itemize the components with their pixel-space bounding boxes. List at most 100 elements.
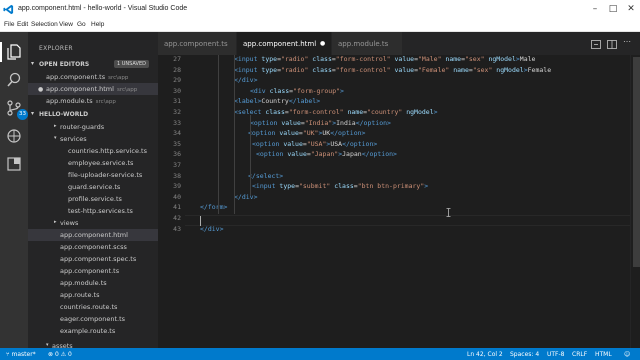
- line-number: 29: [173, 76, 181, 85]
- explorer-activity[interactable]: [0, 42, 24, 62]
- code-token: "Female": [418, 65, 454, 74]
- code-token: </label>: [288, 97, 321, 106]
- code-token: Male: [519, 55, 536, 63]
- tree-folder[interactable]: ▸ views: [28, 217, 158, 229]
- current-line-highlight: [185, 215, 640, 226]
- encoding-status[interactable]: UTF-8: [547, 351, 565, 358]
- menu-go[interactable]: Go: [77, 21, 86, 28]
- maximize-button[interactable]: □: [606, 3, 620, 16]
- code-line: </div>: [234, 193, 257, 201]
- unsaved-dot-icon: ●: [38, 86, 44, 93]
- split-editor-icon[interactable]: [607, 40, 617, 49]
- feedback-smiley-icon[interactable]: ☺: [624, 351, 630, 358]
- tree-folder[interactable]: ▸ router-guards: [28, 121, 158, 133]
- code-token: value: [394, 65, 415, 74]
- tree-file[interactable]: app.route.ts: [28, 289, 158, 301]
- code-token: "btn btn-primary": [357, 182, 425, 191]
- tree-file[interactable]: file-uploader-service.ts: [28, 169, 158, 181]
- code-token: "radio": [280, 55, 313, 63]
- code-token: India: [336, 118, 356, 127]
- tree-file[interactable]: eager.component.ts: [28, 313, 158, 325]
- code-token: </option>: [361, 150, 397, 159]
- tree-folder[interactable]: ▾ services: [28, 133, 158, 145]
- window-title: app.component.html - hello-world - Visua…: [18, 5, 188, 12]
- menu-edit[interactable]: Edit: [17, 21, 28, 28]
- menu-view[interactable]: View: [59, 21, 73, 28]
- open-editor-item[interactable]: ● app.component.html src\app: [28, 83, 158, 95]
- project-header[interactable]: ▾ HELLO-WORLD: [28, 109, 158, 120]
- tree-file[interactable]: countries.http.service.ts: [28, 145, 158, 157]
- code-token: value: [279, 129, 299, 138]
- tree-folder[interactable]: ▾ assets: [28, 340, 158, 348]
- tab-app-component-ts[interactable]: app.component.ts: [158, 32, 236, 55]
- code-line: <div class="form-group">: [250, 87, 344, 95]
- tree-file[interactable]: app.component.spec.ts: [28, 253, 158, 265]
- line-number: 37: [173, 161, 181, 169]
- line-number: 33: [173, 118, 181, 127]
- vscode-logo-icon: [3, 4, 14, 15]
- tree-file[interactable]: profile.service.ts: [28, 193, 158, 205]
- branch-status[interactable]: ⑂ master*: [6, 351, 36, 358]
- language-mode[interactable]: HTML: [595, 351, 612, 358]
- scrollbar-thumb[interactable]: [633, 57, 640, 267]
- code-token: "form-control": [335, 65, 395, 74]
- tree-file[interactable]: app.component.html: [28, 229, 158, 241]
- eol-status[interactable]: CRLF: [572, 351, 587, 358]
- source-control-activity[interactable]: 33: [4, 98, 28, 120]
- code-token: "form-control": [335, 55, 395, 63]
- code-token: "submit": [298, 182, 335, 191]
- code-token: "sex": [472, 65, 497, 74]
- tree-file[interactable]: app.component.ts: [28, 265, 158, 277]
- search-activity[interactable]: [4, 70, 24, 90]
- tree-file[interactable]: example.route.ts: [28, 325, 158, 337]
- code-line: </div>: [234, 76, 257, 84]
- extensions-badge: 33: [17, 109, 28, 120]
- code-token: class: [269, 86, 290, 95]
- code-line: <input type="radio" class="form-control"…: [234, 66, 551, 74]
- close-button[interactable]: ✕: [624, 3, 638, 16]
- code-token: <div: [250, 86, 270, 95]
- menu-selection[interactable]: Selection: [31, 21, 58, 28]
- tree-file[interactable]: countries.route.ts: [28, 301, 158, 313]
- tree-file[interactable]: app.module.ts: [28, 277, 158, 289]
- menu-help[interactable]: Help: [91, 21, 104, 28]
- tree-file[interactable]: app.component.scss: [28, 241, 158, 253]
- code-token: <input: [234, 55, 262, 63]
- extensions-activity[interactable]: [4, 154, 24, 174]
- tree-file[interactable]: test-http.services.ts: [28, 205, 158, 217]
- problems-status[interactable]: ⊗ 0 ⚠ 0: [48, 351, 72, 358]
- open-editors-header[interactable]: ▾ OPEN EDITORS 1 UNSAVED: [28, 59, 158, 70]
- explorer-sidebar: EXPLORER ▾ OPEN EDITORS 1 UNSAVED app.co…: [28, 32, 158, 348]
- indent-guide: [234, 55, 235, 214]
- open-editor-item[interactable]: app.component.ts src\app: [28, 71, 158, 83]
- menu-file[interactable]: File: [4, 21, 14, 28]
- code-token: <option: [252, 139, 284, 148]
- code-token: "UK": [302, 129, 319, 138]
- cursor-position[interactable]: Ln 42, Col 2: [467, 351, 503, 358]
- tab-app-component-html[interactable]: app.component.html ●: [237, 32, 331, 55]
- code-token: "USA": [306, 139, 327, 148]
- tree-file[interactable]: employee.service.ts: [28, 157, 158, 169]
- debug-activity[interactable]: [4, 126, 24, 146]
- code-token: </option>: [342, 139, 378, 148]
- line-number: 31: [173, 97, 181, 106]
- line-number: 28: [173, 65, 181, 74]
- indentation-status[interactable]: Spaces: 4: [510, 351, 539, 358]
- code-token: <option: [256, 150, 288, 159]
- more-actions-icon[interactable]: ⋯: [623, 37, 633, 46]
- tree-file[interactable]: guard.service.ts: [28, 181, 158, 193]
- open-editor-item[interactable]: app.module.ts src\app: [28, 95, 158, 107]
- status-bar: ⑂ master* ⊗ 0 ⚠ 0 Ln 42, Col 2 Spaces: 4…: [0, 348, 640, 360]
- indent-guide: [218, 55, 219, 214]
- code-editor[interactable]: 27 28 29 30 31 32 33 34 35 36 37 38 39 40 41 42 43 <inpu…: [158, 55, 640, 348]
- code-token: <option: [250, 118, 282, 127]
- code-token: </div>: [234, 192, 258, 201]
- minimize-button[interactable]: –: [588, 3, 602, 16]
- tab-app-module-ts[interactable]: app.module.ts: [332, 32, 402, 55]
- code-token: >: [424, 182, 429, 191]
- menu-bar: File Edit Selection View Go Help: [0, 20, 640, 32]
- code-token: "form-group": [293, 86, 341, 95]
- vertical-scrollbar[interactable]: [630, 55, 640, 348]
- open-changes-icon[interactable]: [591, 40, 601, 49]
- code-token: type: [279, 182, 296, 191]
